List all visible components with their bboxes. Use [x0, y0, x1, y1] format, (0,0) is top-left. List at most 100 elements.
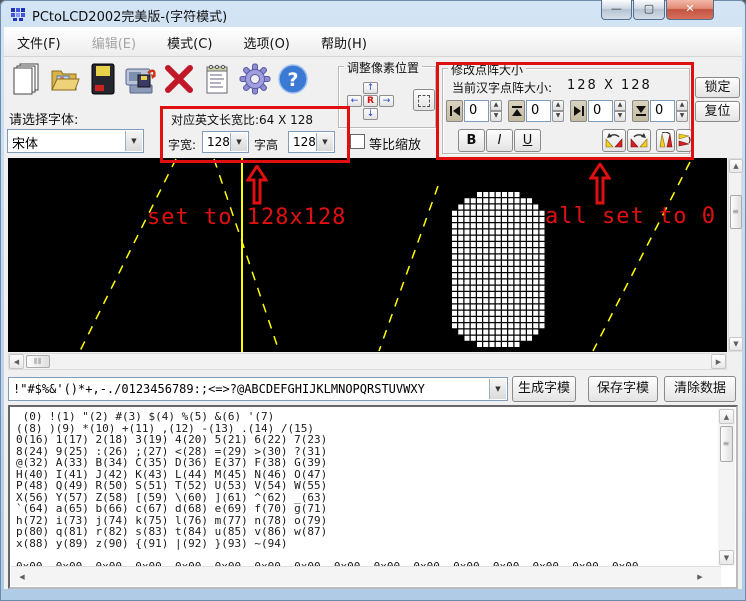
char-height-value: 128 — [293, 135, 316, 149]
flip-horizontal-button[interactable] — [676, 129, 692, 152]
annotation-arrow-up-right — [589, 163, 611, 205]
scroll-down-icon[interactable]: ▼ — [719, 550, 734, 565]
reset-position-button[interactable]: R — [363, 95, 378, 107]
notes-icon — [204, 63, 230, 95]
canvas-horizontal-scrollbar[interactable]: ◀ ⦀⦀ ▶ — [8, 353, 727, 370]
output-textarea[interactable]: (0) !(1) "(2) #(3) $(4) %(5) &(6) '(7) (… — [8, 405, 738, 589]
spinner-up-icon[interactable]: ▲ — [676, 100, 688, 111]
right-edge-button[interactable] — [570, 100, 587, 122]
left-edge-button[interactable] — [446, 100, 463, 122]
menu-help[interactable]: 帮助(H) — [308, 27, 380, 57]
scroll-right-icon[interactable]: ▶ — [693, 570, 707, 584]
generate-font-button[interactable]: 生成字模 — [512, 376, 576, 402]
right-edge-icon — [573, 105, 585, 117]
maximize-button[interactable]: ▢ — [633, 0, 665, 20]
new-file-button[interactable] — [8, 58, 46, 100]
spinner-up-icon[interactable]: ▲ — [614, 100, 626, 111]
char-height-combobox[interactable]: 128 ▼ — [288, 131, 335, 153]
chevron-down-icon[interactable]: ▼ — [125, 131, 142, 151]
chevron-down-icon[interactable]: ▼ — [316, 133, 333, 151]
output-vscroll-thumb[interactable]: ≡ — [720, 426, 733, 462]
settings-button[interactable] — [236, 58, 274, 100]
menu-file[interactable]: 文件(F) — [4, 27, 74, 57]
close-icon: ✕ — [685, 2, 694, 15]
save-icon — [90, 63, 116, 95]
left-edge-spinner[interactable]: ▲▼ — [490, 100, 502, 122]
canvas-hscroll-thumb[interactable]: ⦀⦀ — [26, 355, 50, 368]
top-edge-button[interactable] — [508, 100, 525, 122]
canvas-vscroll-thumb[interactable]: ≡ — [730, 195, 742, 229]
rotate-left-button[interactable] — [602, 129, 626, 152]
move-down-button[interactable]: ↓ — [363, 108, 378, 120]
right-edge-spinner[interactable]: ▲▼ — [614, 100, 626, 122]
app-icon — [10, 6, 26, 22]
scroll-up-icon[interactable]: ▲ — [719, 409, 734, 424]
minimize-icon: — — [611, 2, 622, 15]
proportional-scale-label: 等比缩放 — [369, 134, 421, 153]
rotate-right-button[interactable] — [627, 129, 651, 152]
scroll-left-icon[interactable]: ◀ — [9, 354, 24, 369]
move-right-button[interactable]: → — [379, 95, 394, 107]
title-bar: PCtoLCD2002完美版-(字符模式) — ▢ ✕ — [0, 0, 746, 27]
spinner-up-icon[interactable]: ▲ — [552, 100, 564, 111]
flip-vertical-button[interactable] — [656, 129, 675, 152]
menu-mode[interactable]: 模式(C) — [154, 27, 225, 57]
scroll-left-icon[interactable]: ◀ — [15, 570, 29, 584]
underline-button[interactable]: U — [514, 129, 541, 152]
bottom-edge-button[interactable] — [632, 100, 649, 122]
glyph-canvas[interactable] — [8, 158, 727, 352]
flip-vertical-icon — [659, 132, 673, 148]
save-font-button[interactable]: 保存字模 — [588, 376, 658, 402]
left-edge-icon — [449, 105, 461, 117]
canvas-vertical-scrollbar[interactable]: ▲ ≡ ▼ — [728, 158, 742, 352]
chevron-down-icon[interactable]: ▼ — [489, 379, 506, 399]
menu-options[interactable]: 选项(O) — [231, 27, 303, 57]
proportional-scale-checkbox[interactable] — [350, 134, 365, 149]
charset-combobox[interactable]: !"#$%&'()*+,-./0123456789:;<=>?@ABCDEFGH… — [8, 377, 508, 401]
font-select-combobox[interactable]: 宋体 ▼ — [7, 129, 144, 153]
svg-text:?: ? — [287, 69, 298, 91]
rotate-left-icon — [605, 132, 623, 148]
bottom-edge-spinner[interactable]: ▲▼ — [676, 100, 688, 122]
scroll-up-icon[interactable]: ▲ — [729, 159, 743, 173]
lock-button[interactable]: 锁定 — [695, 77, 740, 98]
bottom-edge-input[interactable]: 0 — [650, 100, 675, 122]
delete-button[interactable] — [160, 58, 198, 100]
menu-bar: 文件(F) 编辑(E) 模式(C) 选项(O) 帮助(H) — [4, 27, 742, 57]
spinner-down-icon[interactable]: ▼ — [552, 111, 564, 122]
scroll-right-icon[interactable]: ▶ — [711, 354, 726, 369]
left-edge-input[interactable]: 0 — [464, 100, 489, 122]
chevron-down-icon[interactable]: ▼ — [230, 133, 247, 151]
open-file-button[interactable] — [46, 58, 84, 100]
save-as-button[interactable] — [122, 58, 160, 100]
help-button[interactable]: ? — [274, 58, 312, 100]
move-left-button[interactable]: ← — [347, 95, 362, 107]
bottom-edge-icon — [635, 105, 647, 117]
output-vertical-scrollbar[interactable]: ▲ ≡ ▼ — [718, 408, 735, 566]
arrow-right-icon: → — [383, 96, 391, 106]
close-button[interactable]: ✕ — [666, 0, 714, 20]
maximize-icon: ▢ — [644, 2, 654, 15]
delete-icon — [163, 63, 195, 95]
save-button[interactable] — [84, 58, 122, 100]
bold-button[interactable]: B — [458, 129, 485, 152]
move-up-button[interactable]: ↑ — [363, 82, 378, 94]
reset-button[interactable]: 复位 — [695, 101, 740, 122]
char-width-combobox[interactable]: 128 ▼ — [202, 131, 249, 153]
top-edge-input[interactable]: 0 — [526, 100, 551, 122]
italic-button[interactable]: I — [486, 129, 513, 152]
spinner-down-icon[interactable]: ▼ — [490, 111, 502, 122]
scroll-down-icon[interactable]: ▼ — [729, 337, 743, 351]
center-glyph-button[interactable] — [413, 89, 435, 111]
window-title: PCtoLCD2002完美版-(字符模式) — [32, 6, 227, 25]
spinner-down-icon[interactable]: ▼ — [614, 111, 626, 122]
notes-button[interactable] — [198, 58, 236, 100]
output-horizontal-scrollbar[interactable]: ◀ ▶ — [11, 566, 721, 586]
minimize-button[interactable]: — — [601, 0, 632, 20]
spinner-down-icon[interactable]: ▼ — [676, 111, 688, 122]
right-edge-input[interactable]: 0 — [588, 100, 613, 122]
toolbar: ? — [8, 58, 312, 100]
top-edge-spinner[interactable]: ▲▼ — [552, 100, 564, 122]
clear-data-button[interactable]: 清除数据 — [664, 376, 736, 402]
spinner-up-icon[interactable]: ▲ — [490, 100, 502, 111]
